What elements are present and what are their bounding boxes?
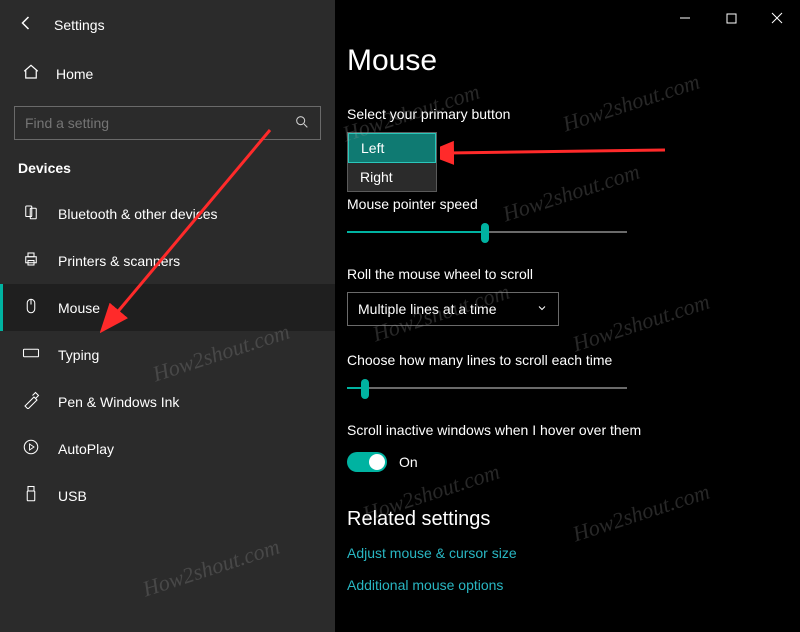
primary-option-left[interactable]: Left: [348, 133, 436, 163]
search-box[interactable]: [14, 106, 321, 140]
sidebar-item-label: Pen & Windows Ink: [58, 394, 179, 410]
link-additional-options[interactable]: Additional mouse options: [347, 577, 800, 593]
back-button[interactable]: [18, 14, 36, 35]
chevron-down-icon: [536, 301, 548, 317]
mouse-icon: [22, 297, 40, 318]
sidebar-item-label: USB: [58, 488, 87, 504]
keyboard-icon: [22, 344, 40, 365]
minimize-button[interactable]: [662, 0, 708, 36]
slider-thumb[interactable]: [361, 379, 369, 399]
sidebar: Settings Home Devices Bluetooth & other …: [0, 0, 335, 632]
primary-option-right[interactable]: Right: [348, 163, 436, 191]
inactive-label: Scroll inactive windows when I hover ove…: [347, 422, 800, 438]
sidebar-item-pen[interactable]: Pen & Windows Ink: [0, 378, 335, 425]
primary-button-label: Select your primary button: [347, 106, 800, 122]
sidebar-item-label: Bluetooth & other devices: [58, 206, 218, 222]
sidebar-item-usb[interactable]: USB: [0, 472, 335, 519]
primary-button-dropdown-open[interactable]: Left Right: [347, 132, 437, 192]
lines-label: Choose how many lines to scroll each tim…: [347, 352, 800, 368]
home-icon: [22, 63, 40, 84]
usb-icon: [22, 485, 40, 506]
inactive-toggle[interactable]: [347, 452, 387, 472]
pointer-speed-label: Mouse pointer speed: [347, 196, 800, 212]
pen-icon: [22, 391, 40, 412]
toggle-state-label: On: [399, 454, 418, 470]
sidebar-item-label: Typing: [58, 347, 99, 363]
sidebar-item-printers[interactable]: Printers & scanners: [0, 237, 335, 284]
sidebar-item-typing[interactable]: Typing: [0, 331, 335, 378]
search-input[interactable]: [25, 115, 294, 131]
window-controls: [662, 0, 800, 36]
sidebar-item-bluetooth[interactable]: Bluetooth & other devices: [0, 190, 335, 237]
roll-dropdown-value: Multiple lines at a time: [358, 301, 497, 317]
inactive-toggle-row: On: [347, 452, 800, 472]
home-label: Home: [56, 66, 93, 82]
main-panel: Mouse Select your primary button Left Ri…: [335, 0, 800, 632]
sidebar-home[interactable]: Home: [0, 53, 335, 94]
sidebar-section-heading: Devices: [0, 154, 335, 184]
lines-slider[interactable]: [347, 382, 627, 396]
window-title: Settings: [54, 17, 105, 33]
toggle-knob: [369, 454, 385, 470]
sidebar-item-label: Printers & scanners: [58, 253, 180, 269]
slider-fill: [347, 231, 481, 233]
autoplay-icon: [22, 438, 40, 459]
titlebar: Settings: [0, 0, 335, 47]
sidebar-item-label: Mouse: [58, 300, 100, 316]
slider-track: [347, 387, 627, 389]
sidebar-item-mouse[interactable]: Mouse: [0, 284, 335, 331]
related-heading: Related settings: [347, 508, 800, 531]
maximize-button[interactable]: [708, 0, 754, 36]
pointer-speed-slider[interactable]: [347, 226, 627, 240]
slider-thumb[interactable]: [481, 223, 489, 243]
link-adjust-cursor[interactable]: Adjust mouse & cursor size: [347, 545, 800, 561]
sidebar-list: Bluetooth & other devices Printers & sca…: [0, 190, 335, 519]
printer-icon: [22, 250, 40, 271]
sidebar-item-autoplay[interactable]: AutoPlay: [0, 425, 335, 472]
roll-dropdown[interactable]: Multiple lines at a time: [347, 292, 559, 326]
bluetooth-icon: [22, 203, 40, 224]
sidebar-item-label: AutoPlay: [58, 441, 114, 457]
search-icon: [294, 114, 310, 133]
roll-label: Roll the mouse wheel to scroll: [347, 266, 800, 282]
close-button[interactable]: [754, 0, 800, 36]
slider-fill: [347, 387, 361, 389]
